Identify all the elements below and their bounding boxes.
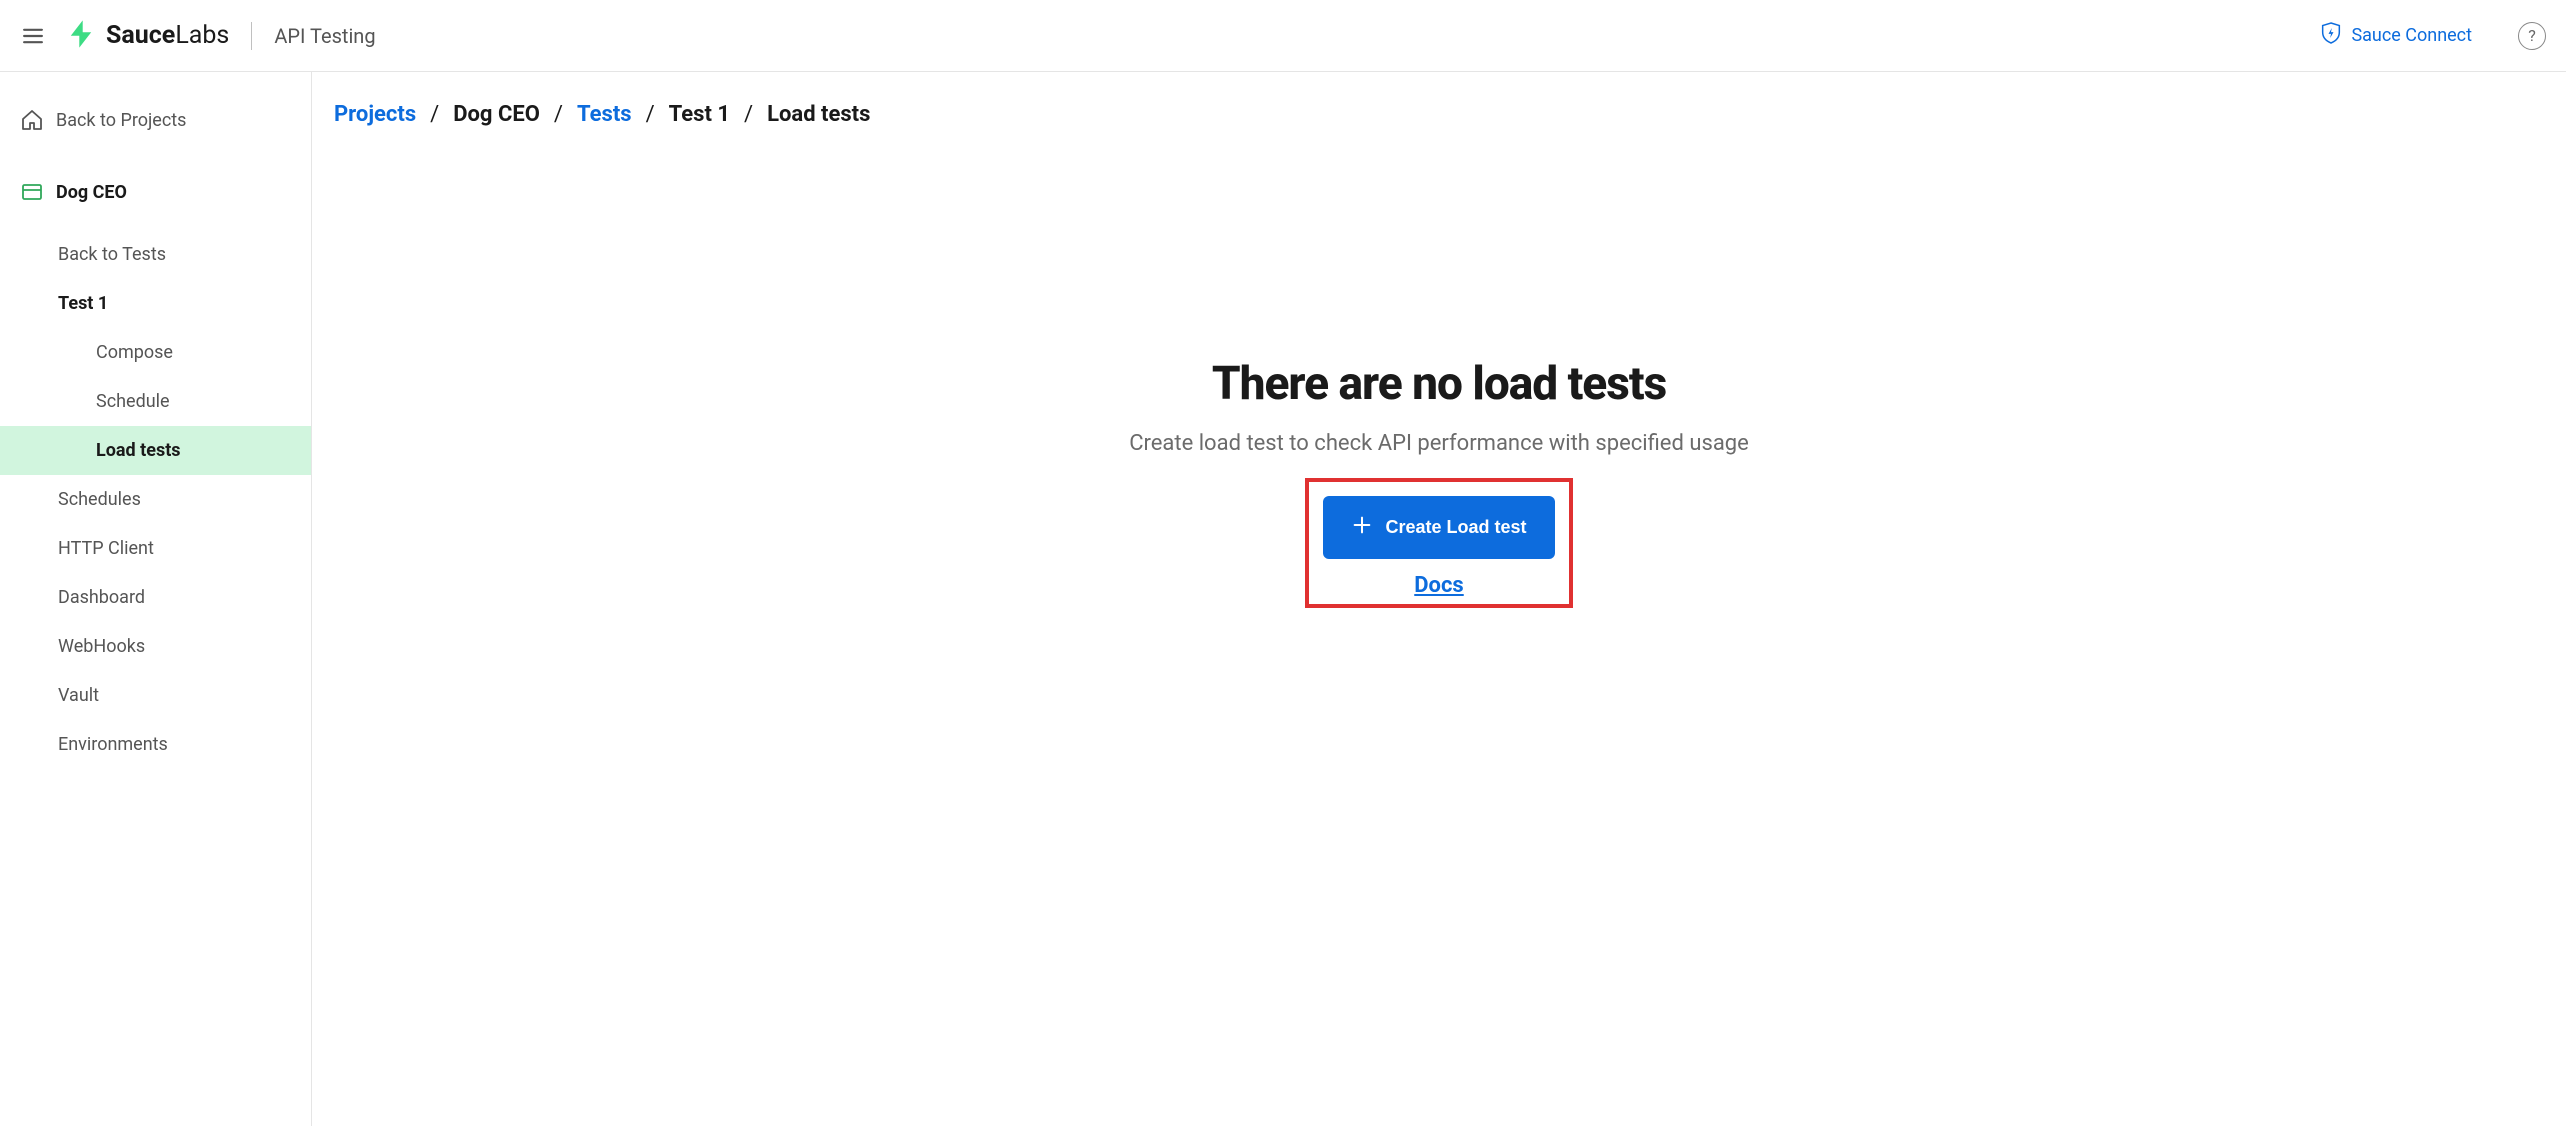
sidebar-dashboard-label: Dashboard: [58, 587, 145, 608]
sidebar-vault[interactable]: Vault: [0, 671, 311, 720]
docs-link[interactable]: Docs: [1414, 573, 1463, 598]
create-load-test-label: Create Load test: [1385, 517, 1526, 538]
sidebar-back-to-tests[interactable]: Back to Tests: [0, 230, 311, 279]
app-name: API Testing: [274, 24, 375, 48]
sauce-connect-link[interactable]: Sauce Connect: [2321, 22, 2472, 49]
sidebar-http-client-label: HTTP Client: [58, 538, 154, 559]
sidebar-project[interactable]: Dog CEO: [0, 166, 311, 218]
sidebar-test-name-label: Test 1: [58, 293, 108, 314]
breadcrumb-tests[interactable]: Tests: [577, 102, 632, 127]
brand-text-part2: Labs: [175, 21, 229, 50]
sidebar-webhooks-label: WebHooks: [58, 636, 145, 657]
breadcrumb-current: Load tests: [767, 102, 870, 127]
breadcrumb-separator: /: [554, 102, 563, 127]
sidebar-schedule-label: Schedule: [96, 391, 170, 412]
breadcrumb-project: Dog CEO: [453, 102, 540, 127]
create-load-test-button[interactable]: Create Load test: [1323, 496, 1554, 559]
menu-icon[interactable]: [20, 23, 46, 49]
sidebar-schedules-label: Schedules: [58, 489, 141, 510]
sidebar-load-tests[interactable]: Load tests: [0, 426, 311, 475]
breadcrumb-projects[interactable]: Projects: [334, 102, 416, 127]
sidebar-environments[interactable]: Environments: [0, 720, 311, 769]
sidebar-webhooks[interactable]: WebHooks: [0, 622, 311, 671]
sauce-logo-icon: [64, 17, 98, 55]
sidebar-schedules[interactable]: Schedules: [0, 475, 311, 524]
brand-logo[interactable]: SauceLabs: [64, 17, 229, 55]
brand-text-part1: Sauce: [106, 21, 175, 50]
empty-state-subtitle: Create load test to check API performanc…: [1129, 431, 1749, 456]
sidebar-dashboard[interactable]: Dashboard: [0, 573, 311, 622]
sidebar-vault-label: Vault: [58, 685, 99, 706]
sidebar-http-client[interactable]: HTTP Client: [0, 524, 311, 573]
project-icon: [20, 180, 44, 204]
sidebar-compose[interactable]: Compose: [0, 328, 311, 377]
highlight-annotation: Create Load test Docs: [1305, 478, 1572, 608]
breadcrumb-separator: /: [430, 102, 439, 127]
sidebar-schedule[interactable]: Schedule: [0, 377, 311, 426]
main-content: Projects / Dog CEO / Tests / Test 1 / Lo…: [312, 72, 2566, 1126]
app-header: SauceLabs API Testing Sauce Connect ?: [0, 0, 2566, 72]
sidebar-load-tests-label: Load tests: [96, 440, 181, 461]
plus-icon: [1351, 514, 1373, 541]
breadcrumb: Projects / Dog CEO / Tests / Test 1 / Lo…: [334, 102, 2544, 127]
home-icon: [20, 108, 44, 132]
sidebar-compose-label: Compose: [96, 342, 173, 363]
sidebar-back-to-projects[interactable]: Back to Projects: [0, 94, 311, 146]
sidebar-back-to-tests-label: Back to Tests: [58, 244, 166, 265]
sauce-connect-label: Sauce Connect: [2351, 25, 2472, 46]
breadcrumb-test: Test 1: [669, 102, 730, 127]
breadcrumb-separator: /: [744, 102, 753, 127]
sidebar-environments-label: Environments: [58, 734, 168, 755]
brand-text: SauceLabs: [106, 21, 229, 50]
breadcrumb-separator: /: [646, 102, 655, 127]
sidebar: Back to Projects Dog CEO Back to Tests T…: [0, 72, 312, 1126]
empty-state: There are no load tests Create load test…: [334, 357, 2544, 608]
empty-state-title: There are no load tests: [1212, 357, 1666, 411]
help-icon[interactable]: ?: [2518, 22, 2546, 50]
sidebar-test-name[interactable]: Test 1: [0, 279, 311, 328]
shield-bolt-icon: [2321, 22, 2341, 49]
header-divider: [251, 22, 252, 50]
sidebar-project-label: Dog CEO: [56, 182, 127, 203]
sidebar-back-to-projects-label: Back to Projects: [56, 110, 186, 131]
